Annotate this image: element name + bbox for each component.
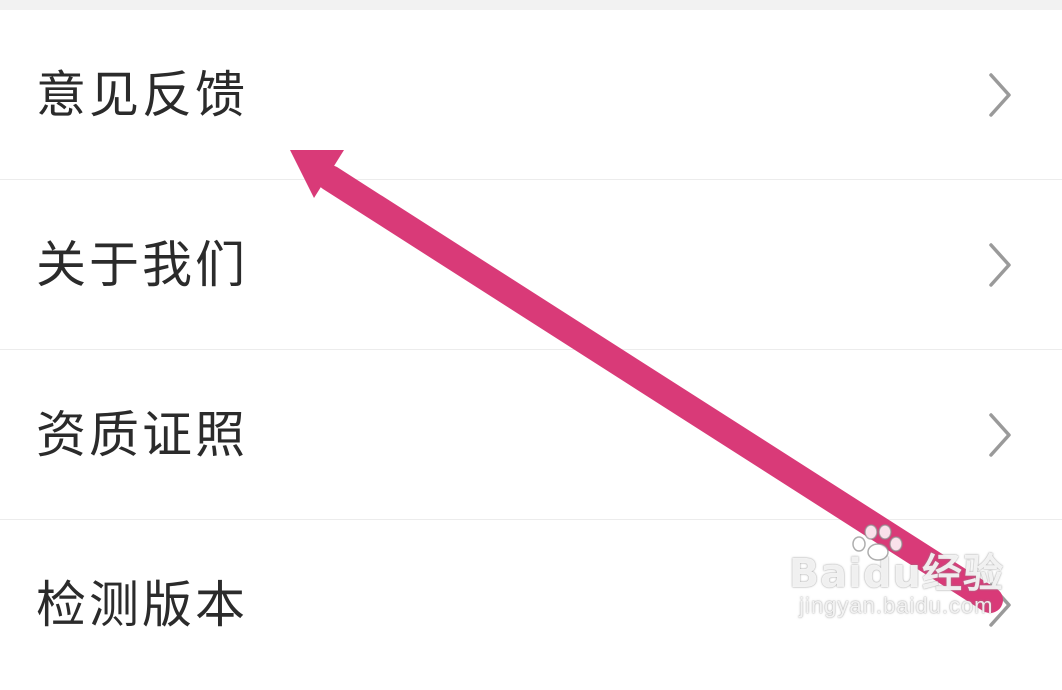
settings-menu-list: 意见反馈 关于我们 资质证照 检测版本 [0,10,1062,690]
menu-item-about-us[interactable]: 关于我们 [0,180,1062,350]
chevron-right-icon [989,242,1011,287]
chevron-right-icon [989,583,1011,627]
chevron-right-icon [989,412,1011,457]
menu-item-label: 资质证照 [36,405,248,464]
top-divider-strip [0,0,1062,10]
menu-item-qualifications[interactable]: 资质证照 [0,350,1062,520]
chevron-right-icon [989,72,1011,117]
menu-item-label: 关于我们 [36,235,248,294]
menu-item-label: 意见反馈 [36,65,248,124]
menu-item-feedback[interactable]: 意见反馈 [0,10,1062,180]
menu-item-label: 检测版本 [36,576,248,634]
menu-item-check-version[interactable]: 检测版本 [0,520,1062,690]
